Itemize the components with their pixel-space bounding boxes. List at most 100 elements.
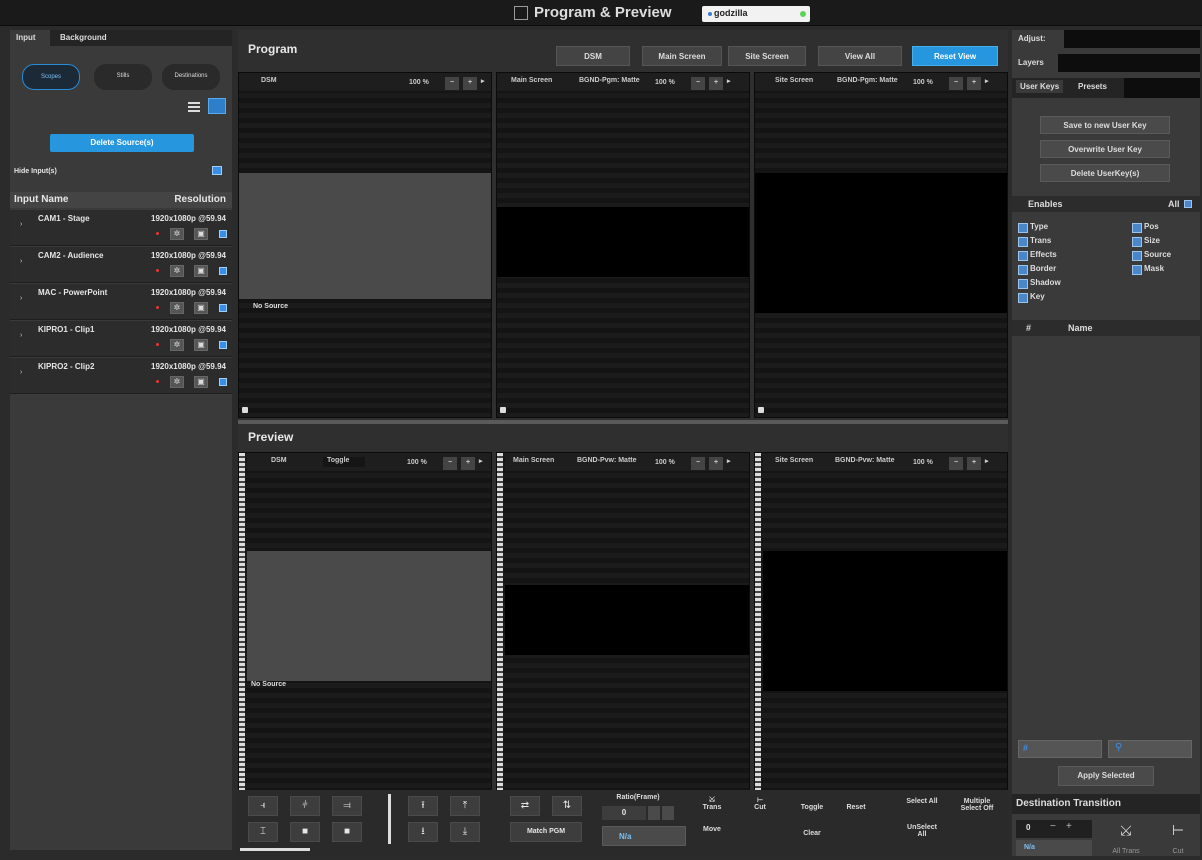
camera-icon[interactable]: ▣: [194, 339, 208, 351]
input-checkbox[interactable]: [219, 267, 227, 275]
view-all-button[interactable]: View All: [818, 46, 902, 66]
move-button[interactable]: Move: [694, 826, 730, 833]
cut-all-button[interactable]: ⊢: [1160, 822, 1196, 839]
layers-field[interactable]: [1058, 54, 1200, 72]
preview-dsm-viewport[interactable]: DSM Toggle 100 % − + ▸ No Source: [238, 452, 492, 792]
align-center-h-icon[interactable]: ⫩: [290, 796, 320, 816]
zoom-out-button[interactable]: −: [691, 457, 705, 470]
mask-checkbox[interactable]: Mask: [1132, 264, 1164, 275]
reset-button[interactable]: Reset: [836, 804, 876, 811]
input-checkbox[interactable]: [219, 304, 227, 312]
expand-arrow-icon[interactable]: ▸: [985, 457, 989, 465]
toggle-button[interactable]: Toggle: [794, 804, 830, 811]
tab-input[interactable]: Input: [10, 30, 50, 46]
drag-handle[interactable]: [239, 453, 245, 791]
pos-checkbox[interactable]: Pos: [1132, 222, 1159, 233]
expand-chevron-icon[interactable]: ›: [20, 221, 22, 228]
dt-decrement-button[interactable]: −: [1050, 821, 1056, 832]
dt-ratio-control[interactable]: 0 − +: [1016, 820, 1092, 838]
key-checkbox[interactable]: Key: [1018, 292, 1045, 303]
bring-forward-icon[interactable]: ⭱: [408, 796, 438, 816]
tab-presets[interactable]: Presets: [1078, 82, 1107, 91]
delete-user-key-button[interactable]: Delete UserKey(s): [1040, 164, 1170, 182]
toggle-label[interactable]: Toggle: [323, 457, 366, 467]
camera-icon[interactable]: ▣: [194, 302, 208, 314]
camera-icon[interactable]: ▣: [194, 228, 208, 240]
dt-type-select[interactable]: N/a: [1016, 840, 1092, 856]
clear-button[interactable]: Clear: [794, 830, 830, 837]
settings-icon[interactable]: ✲: [170, 339, 184, 351]
zoom-in-button[interactable]: +: [709, 77, 723, 90]
stills-view-button[interactable]: Stills: [94, 64, 152, 90]
border-checkbox[interactable]: Border: [1018, 264, 1056, 275]
lock-icon[interactable]: [758, 407, 764, 413]
camera-icon[interactable]: ▣: [194, 265, 208, 277]
input-row[interactable]: › CAM2 - Audience 1920x1080p @59.94 ✲ ▣: [10, 247, 232, 283]
splitter[interactable]: [238, 420, 1008, 424]
expand-chevron-icon[interactable]: ›: [20, 369, 22, 376]
main-screen-button[interactable]: Main Screen: [642, 46, 722, 66]
align-right-icon[interactable]: ⫤: [332, 796, 362, 816]
ratio-input[interactable]: 0: [602, 806, 646, 820]
effects-checkbox[interactable]: Effects: [1018, 250, 1057, 261]
list-view-icon[interactable]: [188, 102, 200, 112]
lock-icon[interactable]: [242, 407, 248, 413]
reset-view-button[interactable]: Reset View: [912, 46, 998, 66]
dt-increment-button[interactable]: +: [1066, 821, 1072, 832]
dsm-button[interactable]: DSM: [556, 46, 630, 66]
select-all-button[interactable]: Select All: [902, 798, 942, 805]
expand-arrow-icon[interactable]: ▸: [985, 77, 989, 85]
delete-sources-button[interactable]: Delete Source(s): [50, 134, 194, 152]
program-dsm-viewport[interactable]: DSM 100 % − + ▸ No Source: [238, 72, 492, 418]
destinations-view-button[interactable]: Destinations: [162, 64, 220, 90]
bring-to-front-icon[interactable]: ⤒: [450, 796, 480, 816]
grid-view-icon[interactable]: [208, 98, 226, 114]
program-site-screen-viewport[interactable]: Site Screen BGND-Pgm: Matte 100 % − + ▸: [754, 72, 1008, 418]
expand-chevron-icon[interactable]: ›: [20, 258, 22, 265]
zoom-in-button[interactable]: +: [709, 457, 723, 470]
ratio-decrement-button[interactable]: [648, 806, 660, 820]
zoom-in-button[interactable]: +: [463, 77, 477, 90]
all-trans-button[interactable]: ⤩: [1104, 822, 1148, 839]
expand-chevron-icon[interactable]: ›: [20, 295, 22, 302]
lock-icon[interactable]: [500, 407, 506, 413]
type-checkbox[interactable]: Type: [1018, 222, 1048, 233]
scopes-view-button[interactable]: Scopes: [22, 64, 80, 90]
number-filter-input[interactable]: #: [1018, 740, 1102, 758]
adjust-field[interactable]: [1064, 30, 1200, 48]
settings-icon[interactable]: ✲: [170, 265, 184, 277]
trans-button[interactable]: ⤩ Trans: [694, 796, 730, 811]
settings-icon[interactable]: ✲: [170, 376, 184, 388]
scroll-indicator[interactable]: [240, 848, 310, 851]
unselect-all-button[interactable]: UnSelect All: [902, 824, 942, 838]
zoom-out-button[interactable]: −: [443, 457, 457, 470]
camera-icon[interactable]: ▣: [194, 376, 208, 388]
align-left-icon[interactable]: ⫣: [248, 796, 278, 816]
preview-site-screen-viewport[interactable]: Site Screen BGND-Pvw: Matte 100 % − + ▸: [754, 452, 1008, 792]
size-checkbox[interactable]: Size: [1132, 236, 1160, 247]
preview-main-screen-viewport[interactable]: Main Screen BGND-Pvw: Matte 100 % − + ▸: [496, 452, 750, 792]
zoom-in-button[interactable]: +: [461, 457, 475, 470]
settings-icon[interactable]: ✲: [170, 302, 184, 314]
all-checkbox[interactable]: [1184, 200, 1192, 208]
zoom-in-button[interactable]: +: [967, 77, 981, 90]
fit-icon[interactable]: ■: [332, 822, 362, 842]
save-user-key-button[interactable]: Save to new User Key: [1040, 116, 1170, 134]
input-row[interactable]: › MAC - PowerPoint 1920x1080p @59.94 ✲ ▣: [10, 284, 232, 320]
zoom-in-button[interactable]: +: [967, 457, 981, 470]
site-screen-button[interactable]: Site Screen: [728, 46, 806, 66]
source-checkbox[interactable]: Source: [1132, 250, 1171, 261]
cut-button[interactable]: ⊢ Cut: [742, 796, 778, 811]
ratio-increment-button[interactable]: [662, 806, 674, 820]
multiple-select-off-button[interactable]: Multiple Select Off: [954, 798, 1000, 812]
expand-arrow-icon[interactable]: ▸: [481, 77, 485, 85]
apply-selected-button[interactable]: Apply Selected: [1058, 766, 1154, 786]
settings-icon[interactable]: ✲: [170, 228, 184, 240]
input-checkbox[interactable]: [219, 230, 227, 238]
swap-icon[interactable]: ⇄: [510, 796, 540, 816]
shadow-checkbox[interactable]: Shadow: [1018, 278, 1061, 289]
match-size-icon[interactable]: ⇅: [552, 796, 582, 816]
input-row[interactable]: › KIPRO1 - Clip1 1920x1080p @59.94 ✲ ▣: [10, 321, 232, 357]
tab-user-keys[interactable]: User Keys: [1016, 80, 1064, 93]
zoom-out-button[interactable]: −: [445, 77, 459, 90]
